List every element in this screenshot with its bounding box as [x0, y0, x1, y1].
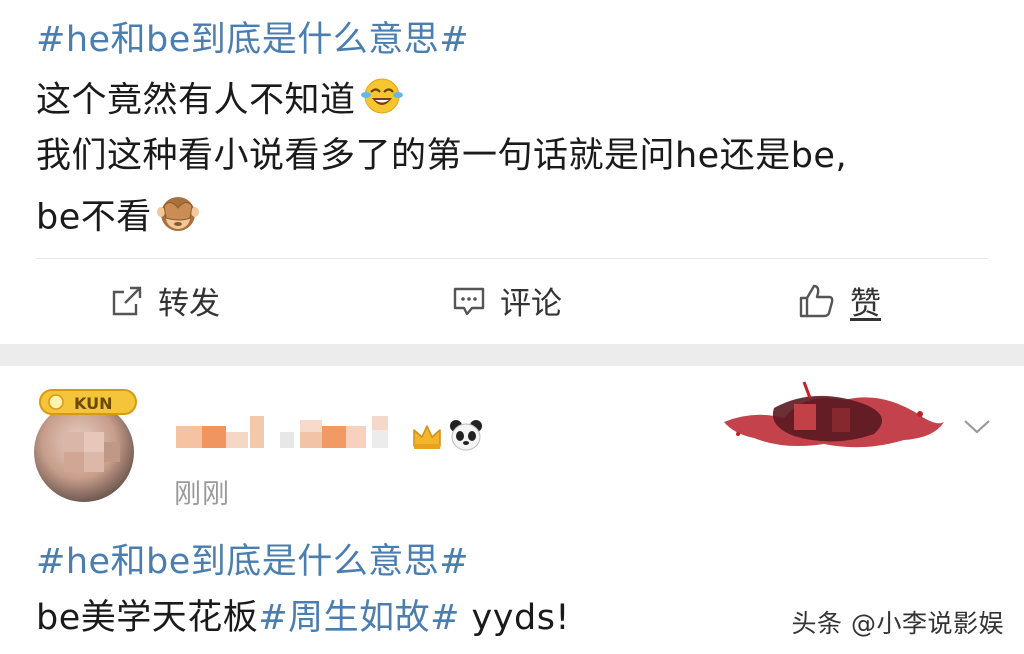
comment-icon: [452, 284, 486, 318]
post-text: 这个竟然有人不知道: [36, 80, 356, 121]
watermark: 头条 @小李说影娱: [791, 609, 1004, 638]
post-card: #he和be到底是什么意思# 这个竟然有人不知道 我们这种看小说看多了的第一句话…: [0, 0, 1024, 344]
repost-button[interactable]: 转发: [110, 278, 220, 323]
post-text-line: be不看: [36, 192, 200, 245]
like-label: 赞: [850, 286, 881, 322]
repost-label: 转发: [158, 286, 220, 322]
post-text: yyds!: [459, 598, 570, 638]
section-separator: [0, 344, 1024, 366]
post-text: be美学天花板: [36, 598, 259, 638]
post-text: be不看: [36, 197, 152, 238]
username-blurred[interactable]: [176, 412, 416, 460]
post-hashtag[interactable]: #he和be到底是什么意思#: [36, 18, 469, 62]
laughing-crying-emoji-icon: [360, 76, 404, 127]
decoration-card-image[interactable]: [724, 378, 944, 462]
chevron-down-icon[interactable]: [962, 418, 992, 440]
post-text-line: 这个竟然有人不知道: [36, 76, 404, 127]
comment-button[interactable]: 评论: [452, 278, 562, 323]
repost-icon: [110, 284, 144, 318]
kun-badge: KUN: [38, 386, 138, 418]
see-no-evil-monkey-emoji-icon: [156, 192, 200, 245]
panda-icon: [448, 418, 484, 456]
like-button[interactable]: 赞: [798, 278, 881, 323]
post-hashtag-inline[interactable]: #周生如故#: [258, 598, 460, 638]
post-hashtag[interactable]: #he和be到底是什么意思#: [36, 540, 469, 584]
crown-icon: [410, 420, 444, 456]
comment-label: 评论: [500, 286, 562, 322]
post-text-line: be美学天花板#周生如故# yyds!: [36, 596, 570, 640]
thumbs-up-icon: [798, 283, 836, 319]
post-text: 我们这种看小说看多了的第一句话就是问he还是be,: [36, 136, 848, 176]
divider: [36, 258, 988, 259]
post-time: 刚刚: [174, 479, 230, 510]
badge-text: KUN: [74, 394, 113, 413]
action-bar: 转发 评论 赞: [0, 270, 1024, 330]
